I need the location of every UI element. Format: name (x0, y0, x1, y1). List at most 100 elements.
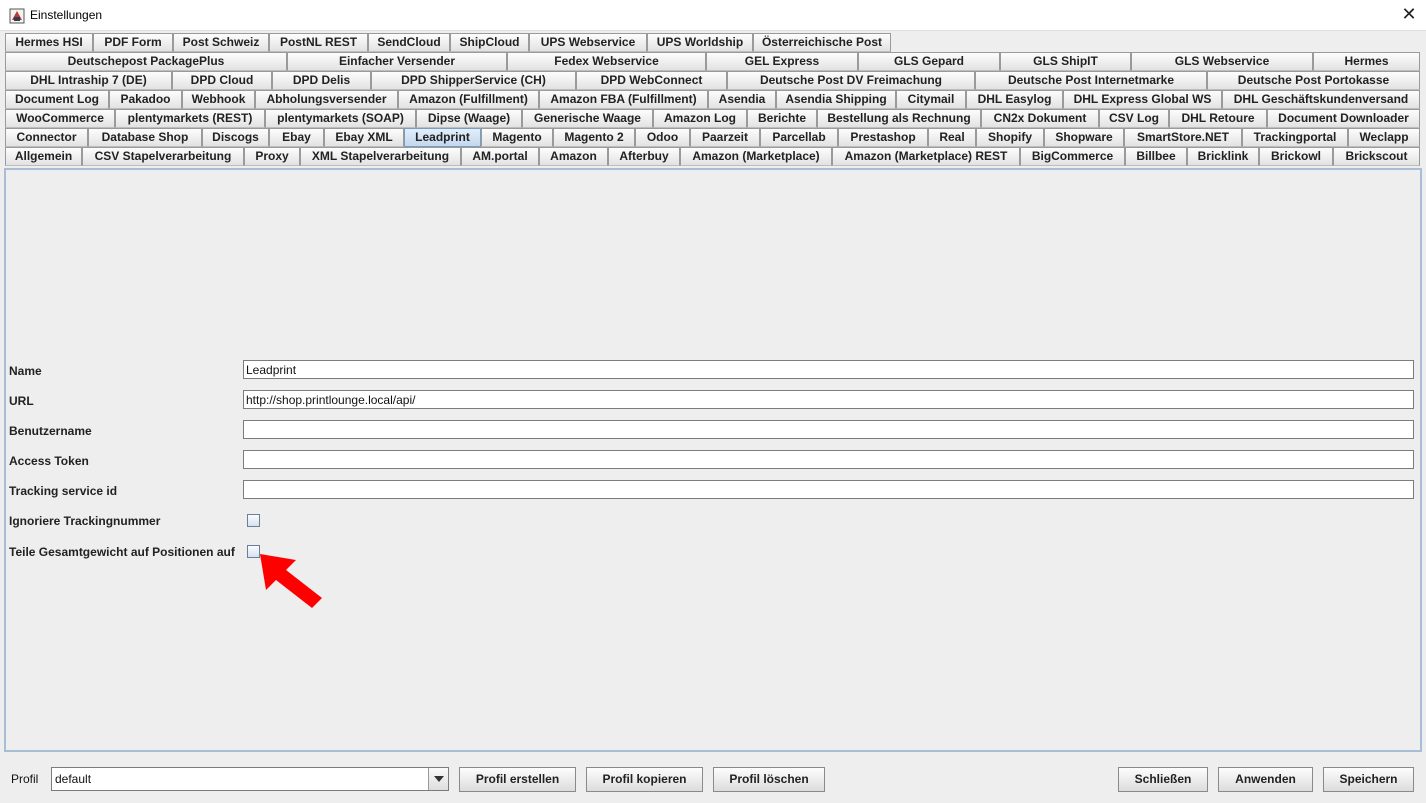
tab-shopware[interactable]: Shopware (1044, 128, 1124, 147)
tab-parcellab[interactable]: Parcellab (760, 128, 838, 147)
tracking-service-id-field[interactable] (243, 480, 1414, 499)
url-label: URL (9, 394, 34, 408)
tab-document-log[interactable]: Document Log (5, 90, 109, 109)
tab-brickscout[interactable]: Brickscout (1333, 147, 1420, 166)
tab-gls-gepard[interactable]: GLS Gepard (858, 52, 1000, 71)
tab-einfacher-versender[interactable]: Einfacher Versender (287, 52, 507, 71)
tab-sendcloud[interactable]: SendCloud (368, 33, 450, 52)
tab-dhl-intraship[interactable]: DHL Intraship 7 (DE) (5, 71, 172, 90)
tab-document-downloader[interactable]: Document Downloader (1267, 109, 1420, 128)
tab-cn2x-dokument[interactable]: CN2x Dokument (981, 109, 1099, 128)
tab-deutsche-post-internetmarke[interactable]: Deutsche Post Internetmarke (975, 71, 1207, 90)
tab-hermes-hsi[interactable]: Hermes HSI (5, 33, 93, 52)
app-icon (9, 8, 25, 24)
apply-button[interactable]: Anwenden (1218, 767, 1313, 792)
tab-amazon-marketplace[interactable]: Amazon (Marketplace) (680, 147, 832, 166)
ignore-tracking-checkbox[interactable] (247, 514, 260, 527)
create-profile-button[interactable]: Profil erstellen (459, 767, 576, 792)
name-field[interactable] (243, 360, 1414, 379)
tab-dpd-shipperservice[interactable]: DPD ShipperService (CH) (371, 71, 576, 90)
tab-deutsche-post-portokasse[interactable]: Deutsche Post Portokasse (1207, 71, 1420, 90)
tab-gls-webservice[interactable]: GLS Webservice (1131, 52, 1313, 71)
tab-asendia-shipping[interactable]: Asendia Shipping (776, 90, 896, 109)
tab-smartstore-net[interactable]: SmartStore.NET (1124, 128, 1242, 147)
tab-proxy[interactable]: Proxy (244, 147, 300, 166)
tab-dhl-retoure[interactable]: DHL Retoure (1169, 109, 1267, 128)
tab-amazon-marketplace-rest[interactable]: Amazon (Marketplace) REST (832, 147, 1020, 166)
tab-dhl-express-global-ws[interactable]: DHL Express Global WS (1063, 90, 1222, 109)
tab-shopify[interactable]: Shopify (976, 128, 1044, 147)
tab-dpd-cloud[interactable]: DPD Cloud (172, 71, 272, 90)
tab-bigcommerce[interactable]: BigCommerce (1020, 147, 1125, 166)
username-field[interactable] (243, 420, 1414, 439)
tab-real[interactable]: Real (928, 128, 976, 147)
tab-shipcloud[interactable]: ShipCloud (450, 33, 529, 52)
tab-afterbuy[interactable]: Afterbuy (608, 147, 680, 166)
tab-ups-worldship[interactable]: UPS Worldship (647, 33, 753, 52)
tab-paarzeit[interactable]: Paarzeit (690, 128, 760, 147)
chevron-down-icon[interactable] (428, 768, 448, 790)
tab-weclapp[interactable]: Weclapp (1348, 128, 1420, 147)
tab-am-portal[interactable]: AM.portal (461, 147, 539, 166)
name-label: Name (9, 364, 42, 378)
tab-pakadoo[interactable]: Pakadoo (109, 90, 182, 109)
tab-plentymarkets-soap[interactable]: plentymarkets (SOAP) (265, 109, 416, 128)
tab-dhl-geschaeftskundenversand[interactable]: DHL Geschäftskundenversand (1222, 90, 1420, 109)
tab-oesterreichische-post[interactable]: Österreichische Post (753, 33, 891, 52)
tab-xml-stapelverarbeitung[interactable]: XML Stapelverarbeitung (300, 147, 461, 166)
tab-asendia[interactable]: Asendia (708, 90, 776, 109)
save-button[interactable]: Speichern (1323, 767, 1414, 792)
tab-abholungsversender[interactable]: Abholungsversender (255, 90, 398, 109)
tab-deutsche-post-dv-freimachung[interactable]: Deutsche Post DV Freimachung (727, 71, 975, 90)
tab-pdf-form[interactable]: PDF Form (93, 33, 173, 52)
tab-citymail[interactable]: Citymail (896, 90, 966, 109)
tab-fedex-webservice[interactable]: Fedex Webservice (507, 52, 706, 71)
tab-deutschepost-packageplus[interactable]: Deutschepost PackagePlus (5, 52, 287, 71)
tab-plentymarkets-rest[interactable]: plentymarkets (REST) (115, 109, 265, 128)
tab-discogs[interactable]: Discogs (202, 128, 269, 147)
tab-trackingportal[interactable]: Trackingportal (1242, 128, 1348, 147)
copy-profile-button[interactable]: Profil kopieren (586, 767, 703, 792)
tab-csv-stapelverarbeitung[interactable]: CSV Stapelverarbeitung (82, 147, 244, 166)
red-arrow-icon (260, 554, 322, 608)
tab-berichte[interactable]: Berichte (747, 109, 817, 128)
tab-postnl-rest[interactable]: PostNL REST (269, 33, 368, 52)
tab-prestashop[interactable]: Prestashop (838, 128, 928, 147)
tab-odoo[interactable]: Odoo (635, 128, 690, 147)
profile-select[interactable]: default (51, 767, 449, 791)
tab-allgemein[interactable]: Allgemein (5, 147, 82, 166)
tab-ebay-xml[interactable]: Ebay XML (324, 128, 404, 147)
tab-leadprint[interactable]: Leadprint (404, 128, 481, 147)
tab-bestellung-als-rechnung[interactable]: Bestellung als Rechnung (817, 109, 981, 128)
tab-amazon-fba[interactable]: Amazon FBA (Fulfillment) (539, 90, 708, 109)
close-icon[interactable]: ✕ (1392, 2, 1426, 30)
tab-dhl-easylog[interactable]: DHL Easylog (966, 90, 1063, 109)
tab-billbee[interactable]: Billbee (1125, 147, 1187, 166)
tab-dipse-waage[interactable]: Dipse (Waage) (416, 109, 522, 128)
tab-csv-log[interactable]: CSV Log (1099, 109, 1169, 128)
tab-bricklink[interactable]: Bricklink (1187, 147, 1259, 166)
tab-generische-waage[interactable]: Generische Waage (522, 109, 653, 128)
tab-woocommerce[interactable]: WooCommerce (5, 109, 115, 128)
tab-post-schweiz[interactable]: Post Schweiz (173, 33, 269, 52)
tab-amazon[interactable]: Amazon (539, 147, 608, 166)
tab-magento[interactable]: Magento (481, 128, 553, 147)
close-button[interactable]: Schließen (1118, 767, 1208, 792)
tab-amazon-log[interactable]: Amazon Log (653, 109, 747, 128)
access-token-field[interactable] (243, 450, 1414, 469)
tab-amazon-fulfillment[interactable]: Amazon (Fulfillment) (398, 90, 539, 109)
tab-connector[interactable]: Connector (5, 128, 88, 147)
tab-database-shop[interactable]: Database Shop (88, 128, 202, 147)
tab-dpd-delis[interactable]: DPD Delis (272, 71, 371, 90)
tab-ups-webservice[interactable]: UPS Webservice (529, 33, 647, 52)
tab-webhook[interactable]: Webhook (182, 90, 255, 109)
tab-hermes[interactable]: Hermes (1313, 52, 1420, 71)
tab-ebay[interactable]: Ebay (269, 128, 324, 147)
tab-magento-2[interactable]: Magento 2 (553, 128, 635, 147)
tab-brickowl[interactable]: Brickowl (1259, 147, 1333, 166)
tab-dpd-webconnect[interactable]: DPD WebConnect (576, 71, 727, 90)
tab-gel-express[interactable]: GEL Express (706, 52, 858, 71)
url-field[interactable] (243, 390, 1414, 409)
tab-gls-shipit[interactable]: GLS ShipIT (1000, 52, 1131, 71)
delete-profile-button[interactable]: Profil löschen (713, 767, 825, 792)
